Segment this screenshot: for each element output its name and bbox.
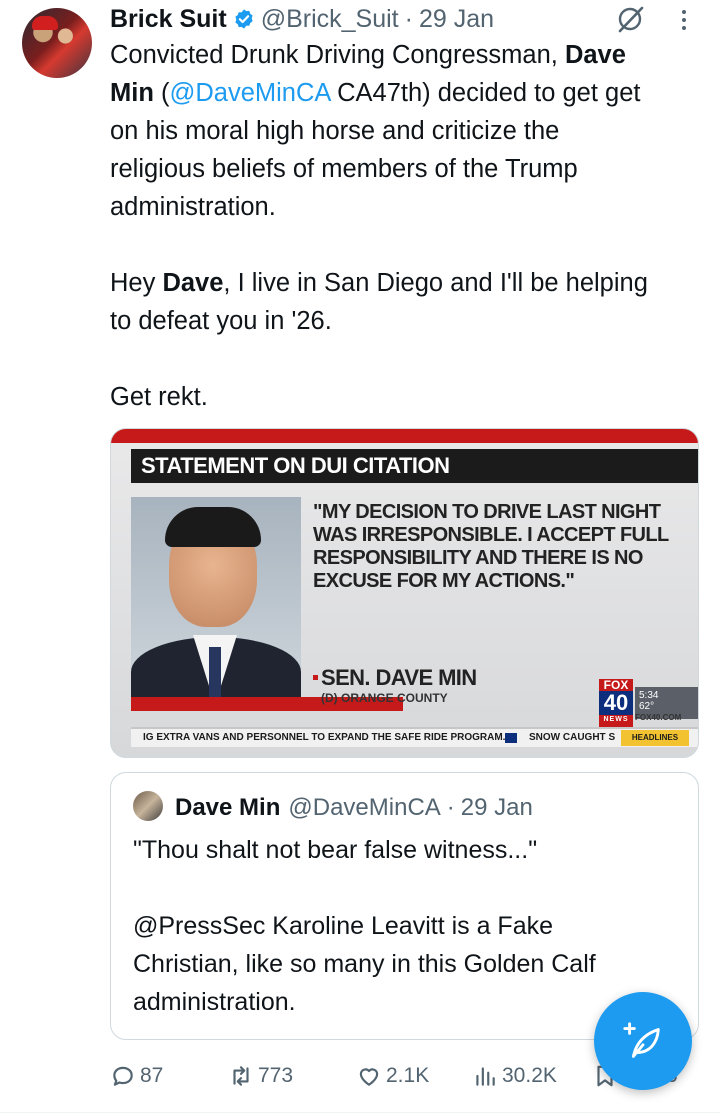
like-count: 2.1K (386, 1064, 430, 1087)
repost-button[interactable]: 773 (228, 1058, 293, 1094)
ticker-tag: HEADLINES (621, 730, 689, 746)
news-ticker: IG EXTRA VANS AND PERSONNEL TO EXPAND TH… (131, 727, 698, 747)
body-p2-start: Hey (110, 269, 163, 297)
quoted-p2-line-1: @PressSec Karoline Leavitt is a Fake (133, 912, 554, 940)
body-line-1: Convicted Drunk Driving Congressman, (110, 41, 565, 69)
body-p2-end: , I live in San Diego and I'll be helpin… (223, 269, 648, 297)
repost-count: 773 (258, 1064, 294, 1087)
quoted-header: Dave Min @DaveMinCA · 29 Jan (175, 791, 533, 825)
compose-button[interactable] (594, 992, 692, 1090)
body-p2-line-2: to defeat you in '26. (110, 307, 332, 335)
separator-dot: · (404, 4, 413, 33)
compose-icon (623, 1022, 660, 1058)
grok-icon[interactable] (614, 4, 646, 34)
news-headline: STATEMENT ON DUI CITATION (131, 449, 698, 483)
ticker-right: SNOW CAUGHT S (529, 732, 616, 743)
clock-temp: 62° (639, 701, 655, 712)
body-bold-dave: Dave (564, 41, 626, 69)
views-button[interactable]: 30.2K (472, 1058, 557, 1094)
news-speaker-sub: (D) ORANGE COUNTY (321, 691, 448, 705)
news-quote: "MY DECISION TO DRIVE LAST NIGHT WAS IRR… (313, 501, 669, 592)
body-line-4: religious beliefs of members of the Trum… (110, 155, 578, 183)
news-speaker: SEN. DAVE MIN (321, 665, 477, 690)
repost-icon (233, 1066, 249, 1086)
quoted-separator: · (446, 794, 455, 821)
reply-count: 87 (140, 1064, 164, 1087)
author-handle[interactable]: @Brick_Suit (261, 5, 399, 34)
views-count: 30.2K (502, 1064, 557, 1087)
timestamp[interactable]: 29 Jan (419, 5, 494, 34)
ticker-left: IG EXTRA VANS AND PERSONNEL TO EXPAND TH… (143, 732, 506, 743)
body-line-3: on his moral high horse and criticize th… (110, 117, 560, 145)
quoted-handle: @DaveMinCA (288, 794, 441, 821)
author-name[interactable]: Brick Suit (110, 5, 227, 34)
station-num: 40 (599, 691, 633, 715)
like-icon (359, 1068, 379, 1086)
attached-news-image[interactable]: STATEMENT ON DUI CITATION "MY DECISION T… (110, 428, 699, 758)
reply-button[interactable]: 87 (110, 1058, 163, 1094)
views-icon (476, 1067, 495, 1086)
mention-link[interactable]: @DaveMinCA (169, 79, 330, 107)
tweet-body: Convicted Drunk Driving Congressman, Dav… (110, 36, 710, 416)
tweet-header: Brick Suit @Brick_Suit · 29 Jan (110, 2, 494, 36)
body-bold-min: Min (110, 79, 154, 107)
quoted-time: 29 Jan (460, 794, 533, 821)
body-paren: ( (153, 79, 170, 107)
tweet[interactable]: Brick Suit @Brick_Suit · 29 Jan Convicte… (0, 0, 720, 1118)
reply-icon (113, 1066, 133, 1086)
verified-badge-icon (235, 9, 253, 29)
station-news: NEWS (599, 715, 633, 725)
quoted-tweet[interactable]: Dave Min @DaveMinCA · 29 Jan "Thou shalt… (110, 772, 699, 1040)
more-icon[interactable] (672, 6, 696, 34)
quoted-author-name: Dave Min (175, 794, 281, 821)
author-avatar[interactable] (22, 8, 92, 78)
divider (0, 1112, 720, 1113)
station-site: FOX40.COM (635, 713, 682, 722)
quoted-avatar[interactable] (133, 791, 163, 821)
clock-time: 5:34 (639, 690, 659, 701)
body-p3: Get rekt. (110, 383, 208, 411)
quoted-p1: "Thou shalt not bear false witness..." (133, 836, 538, 864)
station-logo: FOX 40 NEWS (599, 679, 633, 727)
news-portrait (131, 497, 301, 697)
ticker-logo (505, 733, 517, 743)
body-p2-bold: Dave (162, 269, 224, 297)
body-line-5: administration. (110, 193, 276, 221)
like-button[interactable]: 2.1K (356, 1058, 429, 1094)
quoted-text: "Thou shalt not bear false witness..." @… (133, 831, 683, 1021)
quoted-p2-line-2: Christian, like so many in this Golden C… (133, 950, 596, 978)
body-line-2: CA47th) decided to get get (330, 79, 641, 107)
